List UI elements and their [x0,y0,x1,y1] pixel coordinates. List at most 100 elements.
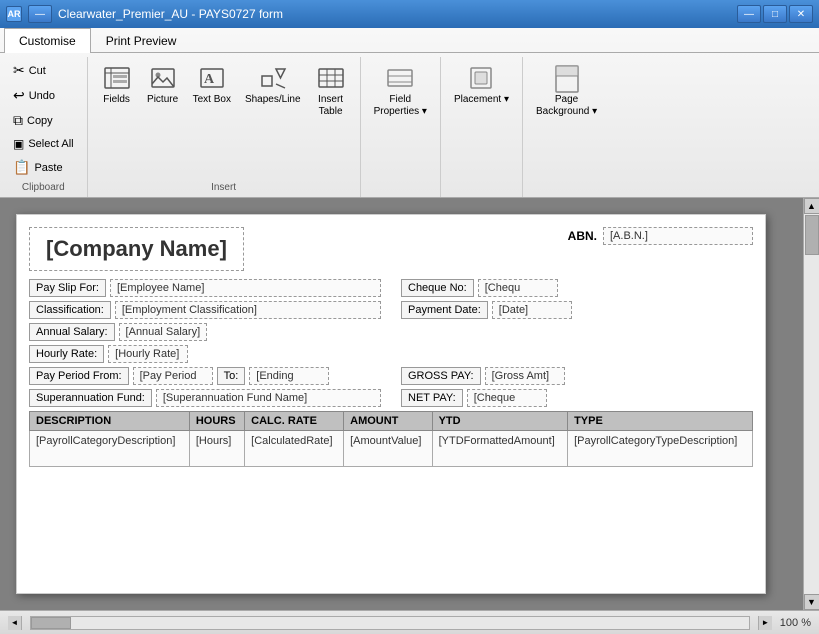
placement-label: Placement ▾ [454,94,509,106]
pay-slip-for-value: [Employee Name] [110,279,381,297]
abn-row: ABN. [A.B.N.] [568,227,753,245]
scroll-thumb-h[interactable] [31,617,71,629]
select-all-button[interactable]: ▣ Select All [8,134,79,154]
field-properties-items: FieldProperties ▾ [369,57,432,190]
ribbon-content: ✂ Cut ↩ Undo ⧉ Copy ▣ Select All 📋 Pa [0,53,819,197]
net-pay-label: NET PAY: [401,389,463,407]
pay-period-from-label: Pay Period From: [29,367,129,385]
payment-date-value: [Date] [492,301,572,319]
tab-customise[interactable]: Customise [4,28,91,53]
shapes-line-button[interactable]: Shapes/Line [240,59,306,109]
col-amount: AMOUNT [344,412,432,431]
picture-label: Picture [147,94,178,106]
pay-slip-row: Pay Slip For: [Employee Name] Cheque No:… [29,279,753,297]
clipboard-group-label: Clipboard [8,179,79,197]
insert-group-label: Insert [96,179,352,197]
cell-description: [PayrollCategoryDescription] [30,431,190,467]
horizontal-scrollbar[interactable] [30,616,750,630]
placement-button[interactable]: Placement ▾ [449,59,514,109]
classification-label: Classification: [29,301,111,319]
ribbon-tabs: Customise Print Preview [0,28,819,53]
status-bar: ◄ ► 100 % [0,610,819,634]
maximize-button[interactable]: □ [763,5,787,23]
scroll-up-button[interactable]: ▲ [804,198,819,214]
document: [Company Name] ABN. [A.B.N.] Pay Slip Fo… [16,214,766,594]
field-properties-button[interactable]: FieldProperties ▾ [369,59,432,121]
insert-table-button[interactable]: InsertTable [310,59,352,121]
pay-slip-for-label: Pay Slip For: [29,279,106,297]
page-background-button[interactable]: PageBackground ▾ [531,59,602,121]
title-text: Clearwater_Premier_AU - PAYS0727 form [58,7,283,21]
vertical-scrollbar[interactable]: ▲ ▼ [803,198,819,610]
abn-value: [A.B.N.] [603,227,753,245]
ribbon: Customise Print Preview ✂ Cut ↩ Undo ⧉ C… [0,28,819,198]
cheque-no-label: Cheque No: [401,279,474,297]
ribbon-group-insert: Fields Picture [92,57,361,197]
net-pay-value: [Cheque [467,389,547,407]
app-icon: AR [6,6,22,22]
cell-amount: [AmountValue] [344,431,432,467]
fields-button[interactable]: Fields [96,59,138,109]
classification-value: [Employment Classification] [115,301,381,319]
picture-button[interactable]: Picture [142,59,184,109]
placement-icon [465,62,497,94]
cut-button[interactable]: ✂ Cut [8,59,51,82]
abn-label: ABN. [568,229,597,243]
scroll-thumb-v[interactable] [805,215,819,255]
table-header-row: DESCRIPTION HOURS CALC. RATE AMOUNT YTD … [30,412,753,431]
pay-period-from-value: [Pay Period [133,367,213,385]
text-box-label: Text Box [193,94,231,106]
scroll-down-button[interactable]: ▼ [804,594,819,610]
minimize-button[interactable]: — [737,5,761,23]
close-button[interactable]: ✕ [789,5,813,23]
cheque-no-value: [Chequ [478,279,558,297]
ribbon-group-page-background: PageBackground ▾ [527,57,610,197]
col-hours: HOURS [189,412,244,431]
undo-button[interactable]: ↩ Undo [8,84,60,107]
minimize-btn[interactable]: — [28,5,52,23]
field-properties-group-label [369,190,432,197]
pay-period-to-value: [Ending [249,367,329,385]
gross-pay-label: GROSS PAY: [401,367,481,385]
hourly-rate-label: Hourly Rate: [29,345,104,363]
title-bar: AR — Clearwater_Premier_AU - PAYS0727 fo… [0,0,819,28]
payment-date-col: Payment Date: [Date] [401,301,753,319]
scroll-left-button[interactable]: ◄ [8,616,22,630]
paste-button[interactable]: 📋 Paste [8,156,68,179]
page-background-items: PageBackground ▾ [531,57,602,190]
gross-pay-value: [Gross Amt] [485,367,565,385]
shapes-line-label: Shapes/Line [245,94,301,106]
canvas-area[interactable]: [Company Name] ABN. [A.B.N.] Pay Slip Fo… [0,198,803,610]
hourly-rate-row: Hourly Rate: [Hourly Rate] [29,345,753,363]
scroll-track-v [804,214,819,594]
svg-text:A: A [204,72,215,87]
fields-icon [101,62,133,94]
page-background-label: PageBackground ▾ [536,94,597,118]
super-net-row: Superannuation Fund: [Superannuation Fun… [29,389,753,407]
cell-hours: [Hours] [189,431,244,467]
pay-period-row: Pay Period From: [Pay Period To: [Ending… [29,367,753,385]
super-label: Superannuation Fund: [29,389,152,407]
text-box-icon: A [196,62,228,94]
shapes-line-icon [257,62,289,94]
cell-type: [PayrollCategoryTypeDescription] [568,431,753,467]
col-description: DESCRIPTION [30,412,190,431]
annual-salary-label: Annual Salary: [29,323,115,341]
cell-ytd: [YTDFormattedAmount] [432,431,567,467]
ribbon-group-clipboard: ✂ Cut ↩ Undo ⧉ Copy ▣ Select All 📋 Pa [4,57,88,197]
field-properties-label: FieldProperties ▾ [374,94,427,118]
insert-table-icon [315,62,347,94]
pay-slip-for-col: Pay Slip For: [Employee Name] [29,279,381,297]
company-name: [Company Name] [29,227,244,271]
pay-period-to-label: To: [217,367,246,385]
text-box-button[interactable]: A Text Box [188,59,236,109]
ribbon-group-field-properties: FieldProperties ▾ [365,57,441,197]
scroll-right-button[interactable]: ► [758,616,772,630]
pay-period-col: Pay Period From: [Pay Period To: [Ending [29,367,381,385]
clipboard-items: ✂ Cut ↩ Undo ⧉ Copy ▣ Select All 📋 Pa [8,57,79,179]
col-ytd: YTD [432,412,567,431]
tab-print-preview[interactable]: Print Preview [91,28,192,53]
col-type: TYPE [568,412,753,431]
window-controls: — □ ✕ [737,5,813,23]
copy-button[interactable]: ⧉ Copy [8,109,58,132]
